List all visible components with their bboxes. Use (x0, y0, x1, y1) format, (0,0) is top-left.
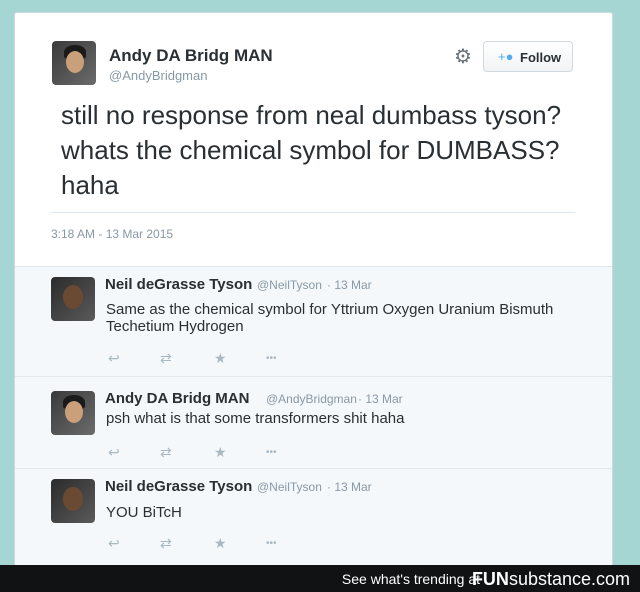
reply-date[interactable]: · 13 Mar (358, 392, 403, 406)
trending-text: See what's trending at (341, 571, 480, 587)
more-icon[interactable]: ••• (266, 538, 277, 549)
add-user-icon: +● (498, 49, 514, 64)
reply-text: psh what is that some transformers shit … (106, 410, 405, 427)
reply-author-name[interactable]: Neil deGrasse Tyson (105, 478, 252, 495)
favorite-icon[interactable]: ★ (214, 350, 227, 367)
tweet-card: Andy DA Bridg MAN @AndyBridgman ⚙ +● Fol… (14, 12, 613, 567)
retweet-icon[interactable]: ⇄ (160, 444, 172, 461)
reply-author-handle[interactable]: @AndyBridgman (266, 392, 357, 406)
tweet-timestamp[interactable]: 3:18 AM - 13 Mar 2015 (51, 227, 173, 241)
reply-icon[interactable]: ↩ (108, 444, 120, 461)
reply-item: Neil deGrasse Tyson @NeilTyson · 13 Mar … (15, 266, 612, 377)
reply-author-handle[interactable]: @NeilTyson (257, 480, 322, 494)
retweet-icon[interactable]: ⇄ (160, 535, 172, 552)
favorite-icon[interactable]: ★ (214, 535, 227, 552)
main-tweet: Andy DA Bridg MAN @AndyBridgman ⚙ +● Fol… (15, 13, 612, 266)
avatar[interactable] (51, 479, 95, 523)
action-bar: ↩ ⇄ ★ ••• (108, 444, 308, 462)
follow-label: Follow (520, 50, 562, 65)
retweet-icon[interactable]: ⇄ (160, 350, 172, 367)
follow-button[interactable]: +● Follow (483, 41, 573, 72)
author-name[interactable]: Andy DA Bridg MAN (109, 46, 273, 66)
tweet-text: still no response from neal dumbass tyso… (61, 100, 562, 200)
reply-author-name[interactable]: Neil deGrasse Tyson (105, 276, 252, 293)
brand-logo[interactable]: FUNsubstance.com (472, 569, 630, 590)
gear-icon[interactable]: ⚙ (452, 46, 474, 68)
reply-item: Neil deGrasse Tyson @NeilTyson · 13 Mar … (15, 468, 612, 567)
action-bar: ↩ ⇄ ★ ••• (108, 535, 308, 553)
reply-icon[interactable]: ↩ (108, 350, 120, 367)
reply-item: Andy DA Bridg MAN @AndyBridgman · 13 Mar… (15, 376, 612, 469)
reply-date[interactable]: · 13 Mar (327, 480, 372, 494)
avatar[interactable] (52, 41, 96, 85)
reply-author-name[interactable]: Andy DA Bridg MAN (105, 390, 249, 407)
avatar[interactable] (51, 391, 95, 435)
reply-icon[interactable]: ↩ (108, 535, 120, 552)
favorite-icon[interactable]: ★ (214, 444, 227, 461)
footer-banner: See what's trending at FUNsubstance.com (0, 565, 640, 592)
reply-text: YOU BiTcH (106, 504, 182, 521)
action-bar: ↩ ⇄ ★ ••• (108, 350, 308, 368)
brand-rest: substance.com (508, 569, 630, 589)
divider (51, 212, 575, 213)
author-handle[interactable]: @AndyBridgman (109, 68, 207, 83)
brand-bold: FUN (471, 569, 509, 589)
reply-author-handle[interactable]: @NeilTyson (257, 278, 322, 292)
reply-text: Same as the chemical symbol for Yttrium … (106, 301, 554, 335)
reply-date[interactable]: · 13 Mar (327, 278, 372, 292)
more-icon[interactable]: ••• (266, 353, 277, 364)
avatar[interactable] (51, 277, 95, 321)
more-icon[interactable]: ••• (266, 447, 277, 458)
